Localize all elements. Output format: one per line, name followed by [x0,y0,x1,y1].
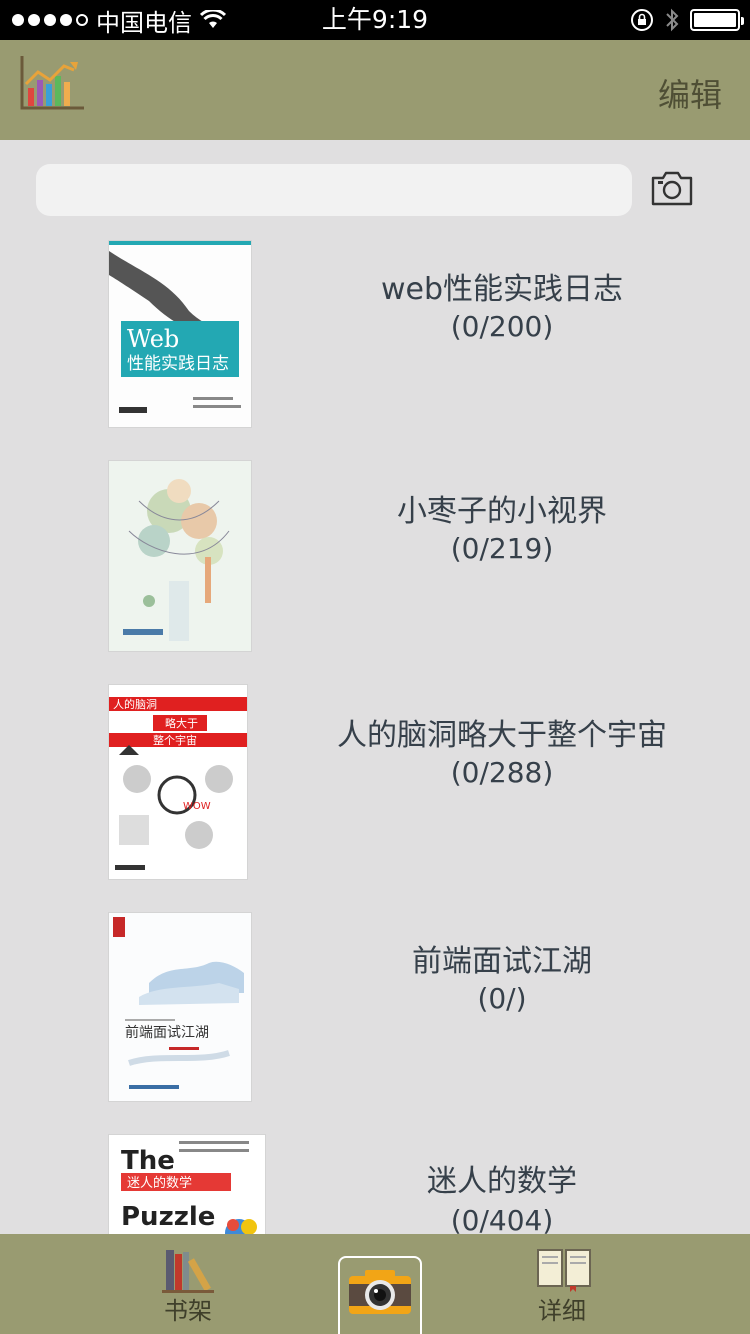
book-cover: The 迷人的数学 Puzzle [108,1134,266,1234]
list-item[interactable]: 前端面试江湖 前端面试江湖 (0/) [0,892,750,1116]
search-input[interactable] [36,164,632,216]
book-title: web性能实践日志 [380,272,624,307]
book-progress: (0/219) [450,532,554,565]
list-item[interactable]: Web 性能实践日志 web性能实践日志 (0/200) [0,220,750,444]
status-right [630,0,744,40]
tab-detail[interactable]: 详细 [504,1234,620,1334]
tab-label: 详细 [538,1297,586,1325]
cover-text: 人的脑洞 [113,697,157,711]
book-title: 前端面试江湖 [412,944,592,979]
tab-camera[interactable] [338,1256,422,1334]
bar-chart-icon[interactable] [18,54,86,112]
open-book-icon [537,1249,591,1292]
navigation-bar: 编辑 [0,40,750,140]
book-title: 迷人的数学 [427,1164,577,1199]
tab-bookshelf[interactable]: 书架 [130,1234,246,1334]
tab-label: 书架 [164,1297,212,1325]
tab-bar: 书架 详细 [0,1234,750,1334]
list-item[interactable]: 人的脑洞 略大于 整个宇宙 WOW 人的脑洞略大于整个宇宙 (0/288) [0,668,750,892]
book-cover: 前端面试江湖 [108,912,252,1102]
rotation-lock-icon [631,9,653,31]
camera-icon [349,1270,411,1314]
cover-text: 整个宇宙 [153,733,197,747]
book-title: 人的脑洞略大于整个宇宙 [337,718,667,753]
book-list: Web 性能实践日志 web性能实践日志 (0/200) 小枣子的小视界 (0/… [0,220,750,1234]
book-cover: 人的脑洞 略大于 整个宇宙 WOW [108,684,248,880]
cover-text: The [121,1146,175,1176]
bluetooth-icon [666,8,679,32]
cover-text: 略大于 [165,716,198,730]
cover-text: Puzzle [121,1202,215,1232]
status-bar: 中国电信 上午9:19 [0,0,750,40]
cover-text: 前端面试江湖 [125,1024,209,1041]
cover-text: 性能实践日志 [127,354,229,374]
battery-icon [690,9,744,31]
edit-button[interactable]: 编辑 [658,70,722,116]
svg-text:WOW: WOW [183,801,211,812]
book-cover [108,460,252,652]
list-item[interactable]: The 迷人的数学 Puzzle 迷人的数学 (0/404) [0,1116,750,1234]
camera-icon[interactable] [650,168,694,208]
book-title: 小枣子的小视界 [397,494,607,529]
book-cover: Web 性能实践日志 [108,240,252,428]
app-screen: 中国电信 上午9:19 编辑 Web 性能实践日志 web性能实践日志 (0/2… [0,0,750,1334]
book-progress: (0/) [477,982,527,1015]
book-progress: (0/200) [450,310,554,343]
book-progress: (0/288) [450,756,554,789]
book-progress: (0/404) [450,1204,554,1234]
cover-text: 迷人的数学 [127,1175,192,1191]
bookshelf-icon [162,1250,214,1293]
cover-text: Web [127,325,179,353]
list-item[interactable]: 小枣子的小视界 (0/219) [0,444,750,668]
